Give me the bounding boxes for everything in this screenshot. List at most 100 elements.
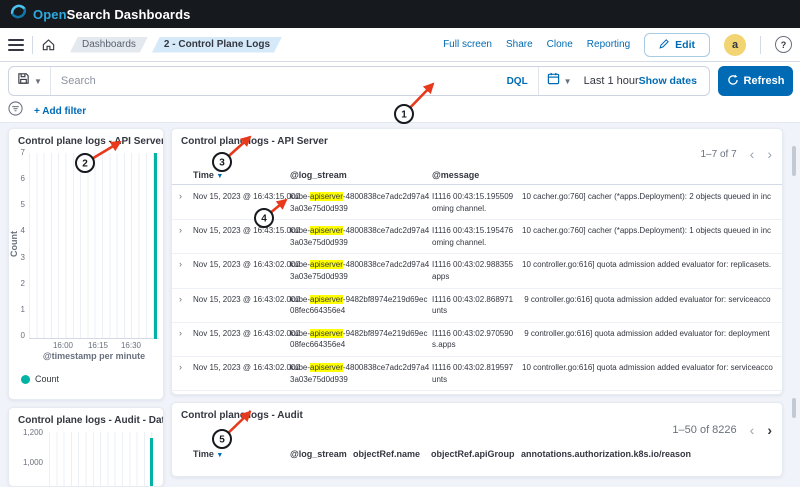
avatar[interactable]: a xyxy=(724,34,746,56)
time-range-value[interactable]: Last 1 hour xyxy=(580,75,639,87)
menu-icon[interactable] xyxy=(8,38,24,52)
refresh-icon xyxy=(727,74,739,89)
next-page-icon[interactable]: › xyxy=(767,147,772,161)
saved-query-menu[interactable]: ▼ xyxy=(9,67,50,95)
expand-row-icon[interactable]: › xyxy=(179,191,191,214)
chevron-down-icon: ▼ xyxy=(564,77,572,86)
home-icon[interactable] xyxy=(41,37,56,52)
calendar-icon xyxy=(547,72,560,90)
highlighted-term: apiserver xyxy=(310,260,343,269)
log-table-row[interactable]: ›Nov 15, 2023 @ 16:43:02.000kube-apiserv… xyxy=(172,289,782,323)
panel-audit-table: Control plane logs - Audit 1–50 of 8226 … xyxy=(171,402,783,477)
panel-api-server-chart: Control plane logs - API Server - ... 7 6… xyxy=(8,128,164,400)
log-table-row[interactable]: ›Nov 15, 2023 @ 16:43:02.000kube-apiserv… xyxy=(172,357,782,391)
search-input[interactable] xyxy=(51,74,497,88)
full-screen-link[interactable]: Full screen xyxy=(443,39,492,50)
column-log-stream[interactable]: @log_stream xyxy=(290,449,351,459)
share-link[interactable]: Share xyxy=(506,39,533,50)
expand-row-icon[interactable]: › xyxy=(179,225,191,248)
cell-message: I1116 00:43:15.195476 10 cacher.go:760] … xyxy=(432,225,774,248)
pagination-range: 1–7 of 7 xyxy=(701,149,737,160)
panel-title[interactable]: Control plane logs - API Server - ... xyxy=(18,136,164,147)
previous-page-icon[interactable]: ‹ xyxy=(750,423,755,437)
expand-row-icon[interactable]: › xyxy=(179,294,191,317)
panel-title[interactable]: Control plane logs - API Server xyxy=(181,136,328,147)
y-tick-label: 4 xyxy=(21,226,25,235)
clone-link[interactable]: Clone xyxy=(547,39,573,50)
reporting-link[interactable]: Reporting xyxy=(587,39,630,50)
highlighted-term: apiserver xyxy=(310,329,343,338)
y-axis-label: Count xyxy=(9,231,19,257)
refresh-button-label: Refresh xyxy=(744,75,785,87)
cell-time: Nov 15, 2023 @ 16:43:15.000 xyxy=(193,225,288,248)
date-picker-button[interactable]: ▼ xyxy=(539,67,580,95)
help-icon[interactable]: ? xyxy=(775,36,792,53)
dql-language-button[interactable]: DQL xyxy=(497,76,538,87)
add-filter-button[interactable]: + Add filter xyxy=(34,106,86,117)
expand-row-icon[interactable]: › xyxy=(179,259,191,282)
cell-time: Nov 15, 2023 @ 16:43:02.000 xyxy=(193,294,288,317)
expand-row-icon[interactable]: › xyxy=(179,328,191,351)
x-tick-label: 16:15 xyxy=(88,341,108,350)
divider xyxy=(760,36,761,54)
scrollbar-thumb[interactable] xyxy=(792,398,796,418)
next-page-icon[interactable]: › xyxy=(767,423,772,437)
legend-count-label: Count xyxy=(35,374,59,384)
log-table-row[interactable]: ›Nov 15, 2023 @ 16:43:15.000kube-apiserv… xyxy=(172,186,782,220)
sort-desc-icon: ▼ xyxy=(216,452,223,459)
column-annotations-reason[interactable]: annotations.authorization.k8s.io/reason xyxy=(521,449,774,459)
chart-legend[interactable]: Count xyxy=(21,374,59,384)
show-dates-button[interactable]: Show dates xyxy=(639,75,709,87)
log-table-row[interactable]: ›Nov 15, 2023 @ 16:43:15.000kube-apiserv… xyxy=(172,220,782,254)
panel-audit-chart: Control plane logs - Audit - Date ... 1,… xyxy=(8,407,164,487)
expand-row-icon[interactable]: › xyxy=(179,362,191,385)
scrollbar-thumb[interactable] xyxy=(792,146,796,176)
breadcrumb-current-dashboard: 2 - Control Plane Logs xyxy=(152,37,282,53)
highlighted-term: apiserver xyxy=(310,363,343,372)
cell-log-stream: kube-apiserver-4800838ce7adc2d97a43a03e7… xyxy=(290,225,430,248)
column-objectref-apigroup[interactable]: objectRef.apiGroup xyxy=(431,449,519,459)
breadcrumb: Dashboards 2 - Control Plane Logs xyxy=(70,37,282,53)
table-header-row: Time ▼ @log_stream @message xyxy=(172,165,782,185)
y-tick-label: 6 xyxy=(21,174,25,183)
refresh-button[interactable]: Refresh xyxy=(718,66,793,96)
cell-log-stream: kube-apiserver-4800838ce7adc2d97a43a03e7… xyxy=(290,259,430,282)
panel-api-server-table: Control plane logs - API Server 1–7 of 7… xyxy=(171,128,783,395)
cell-message: I1116 00:43:02.988355 10 controller.go:6… xyxy=(432,259,774,282)
cell-message: I1116 00:43:02.970590 9 controller.go:61… xyxy=(432,328,774,351)
y-tick-label: 1,200 xyxy=(23,428,43,437)
edit-button[interactable]: Edit xyxy=(644,33,710,57)
pagination: 1–7 of 7 ‹ › xyxy=(701,147,773,161)
cell-log-stream: kube-apiserver-4800838ce7adc2d97a43a03e7… xyxy=(290,191,430,214)
opensearch-logo[interactable]: OpenSearch Dashboards xyxy=(10,3,190,25)
count-bar[interactable] xyxy=(154,153,157,339)
panel-title[interactable]: Control plane logs - Audit - Date ... xyxy=(18,415,164,426)
pencil-icon xyxy=(659,38,670,52)
log-table-row[interactable]: ›Nov 15, 2023 @ 16:43:02.000kube-apiserv… xyxy=(172,323,782,357)
y-tick-label: 7 xyxy=(21,148,25,157)
column-log-stream[interactable]: @log_stream xyxy=(290,170,430,180)
table-body: ›Nov 15, 2023 @ 16:43:15.000kube-apiserv… xyxy=(172,186,782,391)
column-objectref-name[interactable]: objectRef.name xyxy=(353,449,429,459)
cell-time: Nov 15, 2023 @ 16:43:02.000 xyxy=(193,328,288,351)
y-tick-label: 1,000 xyxy=(23,458,43,467)
column-time[interactable]: Time ▼ xyxy=(193,449,288,459)
y-tick-label: 5 xyxy=(21,200,25,209)
cell-time: Nov 15, 2023 @ 16:43:15.000 xyxy=(193,191,288,214)
cell-log-stream: kube-apiserver-4800838ce7adc2d97a43a03e7… xyxy=(290,362,430,385)
cell-time: Nov 15, 2023 @ 16:43:02.000 xyxy=(193,362,288,385)
previous-page-icon[interactable]: ‹ xyxy=(750,147,755,161)
cell-log-stream: kube-apiserver-9482bf8974e219d69ec08fec6… xyxy=(290,328,430,351)
api-chart-plot[interactable] xyxy=(29,153,159,339)
query-bar: ▼ DQL ▼ Last 1 hour Show dates xyxy=(8,66,710,96)
filter-icon[interactable] xyxy=(8,101,23,121)
log-table-row[interactable]: ›Nov 15, 2023 @ 16:43:02.000kube-apiserv… xyxy=(172,254,782,288)
panel-title[interactable]: Control plane logs - Audit xyxy=(181,410,303,421)
column-time[interactable]: Time ▼ xyxy=(193,170,288,180)
sort-desc-icon: ▼ xyxy=(216,173,223,180)
breadcrumb-dashboards[interactable]: Dashboards xyxy=(70,37,148,53)
count-bar[interactable] xyxy=(150,438,153,487)
column-message[interactable]: @message xyxy=(432,170,774,180)
highlighted-term: apiserver xyxy=(310,226,343,235)
audit-chart-plot[interactable] xyxy=(49,432,157,487)
